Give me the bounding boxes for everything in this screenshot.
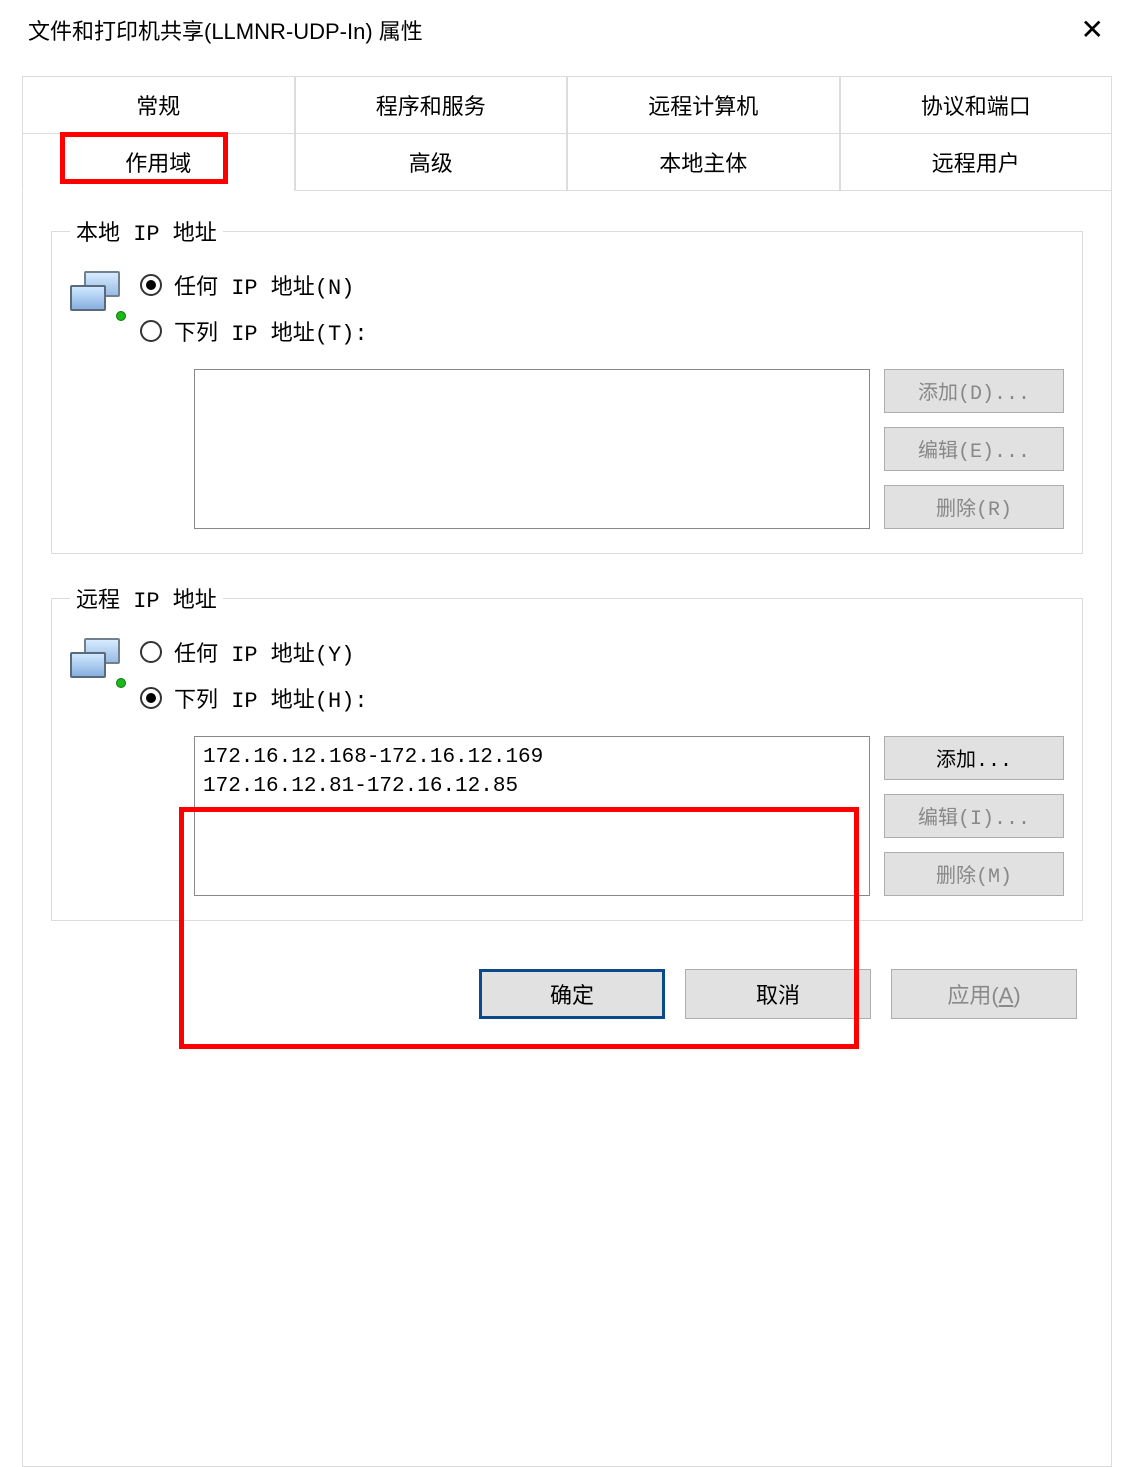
local-add-button[interactable]: 添加(D)... bbox=[884, 369, 1064, 413]
tab-scope[interactable]: 作用域 bbox=[22, 134, 295, 191]
apply-label-suffix: ) bbox=[1013, 983, 1020, 1008]
radio-local-any-label: 任何 IP 地址(N) bbox=[174, 269, 354, 301]
local-edit-button[interactable]: 编辑(E)... bbox=[884, 427, 1064, 471]
radio-icon bbox=[140, 687, 162, 709]
ok-button[interactable]: 确定 bbox=[479, 969, 665, 1019]
radio-icon bbox=[140, 274, 162, 296]
tab-local-principals[interactable]: 本地主体 bbox=[567, 134, 840, 191]
window-title: 文件和打印机共享(LLMNR-UDP-In) 属性 bbox=[28, 14, 423, 46]
radio-icon bbox=[140, 641, 162, 663]
tab-remote-computers[interactable]: 远程计算机 bbox=[567, 76, 840, 134]
title-bar: 文件和打印机共享(LLMNR-UDP-In) 属性 ✕ bbox=[0, 0, 1134, 60]
network-icon bbox=[70, 636, 126, 896]
remote-delete-button[interactable]: 删除(M) bbox=[884, 852, 1064, 896]
group-local-ip-legend: 本地 IP 地址 bbox=[70, 215, 223, 247]
radio-local-these-label: 下列 IP 地址(T): bbox=[174, 315, 368, 347]
tab-remote-users[interactable]: 远程用户 bbox=[840, 134, 1113, 191]
dialog-body: 常规 程序和服务 远程计算机 协议和端口 作用域 高级 本地主体 远程用户 本地… bbox=[0, 60, 1134, 1467]
group-local-ip: 本地 IP 地址 任何 IP 地址(N) 下 bbox=[51, 215, 1083, 554]
remote-add-button[interactable]: 添加... bbox=[884, 736, 1064, 780]
radio-remote-any[interactable]: 任何 IP 地址(Y) bbox=[140, 636, 1064, 668]
radio-local-any[interactable]: 任何 IP 地址(N) bbox=[140, 269, 1064, 301]
close-icon[interactable]: ✕ bbox=[1071, 12, 1114, 48]
tab-protocols[interactable]: 协议和端口 bbox=[840, 76, 1113, 134]
tab-programs[interactable]: 程序和服务 bbox=[295, 76, 568, 134]
apply-hotkey: A bbox=[999, 983, 1014, 1008]
radio-remote-these[interactable]: 下列 IP 地址(H): bbox=[140, 682, 1064, 714]
group-remote-ip-legend: 远程 IP 地址 bbox=[70, 582, 223, 614]
dialog-action-row: 确定 取消 应用(A) bbox=[51, 949, 1083, 1019]
radio-remote-any-label: 任何 IP 地址(Y) bbox=[174, 636, 354, 668]
remote-edit-button[interactable]: 编辑(I)... bbox=[884, 794, 1064, 838]
radio-local-these[interactable]: 下列 IP 地址(T): bbox=[140, 315, 1064, 347]
local-delete-button[interactable]: 删除(R) bbox=[884, 485, 1064, 529]
tab-advanced[interactable]: 高级 bbox=[295, 134, 568, 191]
remote-ip-list[interactable]: 172.16.12.168-172.16.12.169 172.16.12.81… bbox=[194, 736, 870, 896]
tab-panel-scope: 本地 IP 地址 任何 IP 地址(N) 下 bbox=[22, 191, 1112, 1467]
tab-strip: 常规 程序和服务 远程计算机 协议和端口 作用域 高级 本地主体 远程用户 bbox=[22, 76, 1112, 191]
tab-general[interactable]: 常规 bbox=[22, 76, 295, 134]
radio-icon bbox=[140, 320, 162, 342]
apply-button[interactable]: 应用(A) bbox=[891, 969, 1077, 1019]
apply-label-prefix: 应用( bbox=[947, 983, 998, 1008]
radio-remote-these-label: 下列 IP 地址(H): bbox=[174, 682, 368, 714]
local-ip-list[interactable] bbox=[194, 369, 870, 529]
group-remote-ip: 远程 IP 地址 任何 IP 地址(Y) 下 bbox=[51, 582, 1083, 921]
network-icon bbox=[70, 269, 126, 529]
cancel-button[interactable]: 取消 bbox=[685, 969, 871, 1019]
